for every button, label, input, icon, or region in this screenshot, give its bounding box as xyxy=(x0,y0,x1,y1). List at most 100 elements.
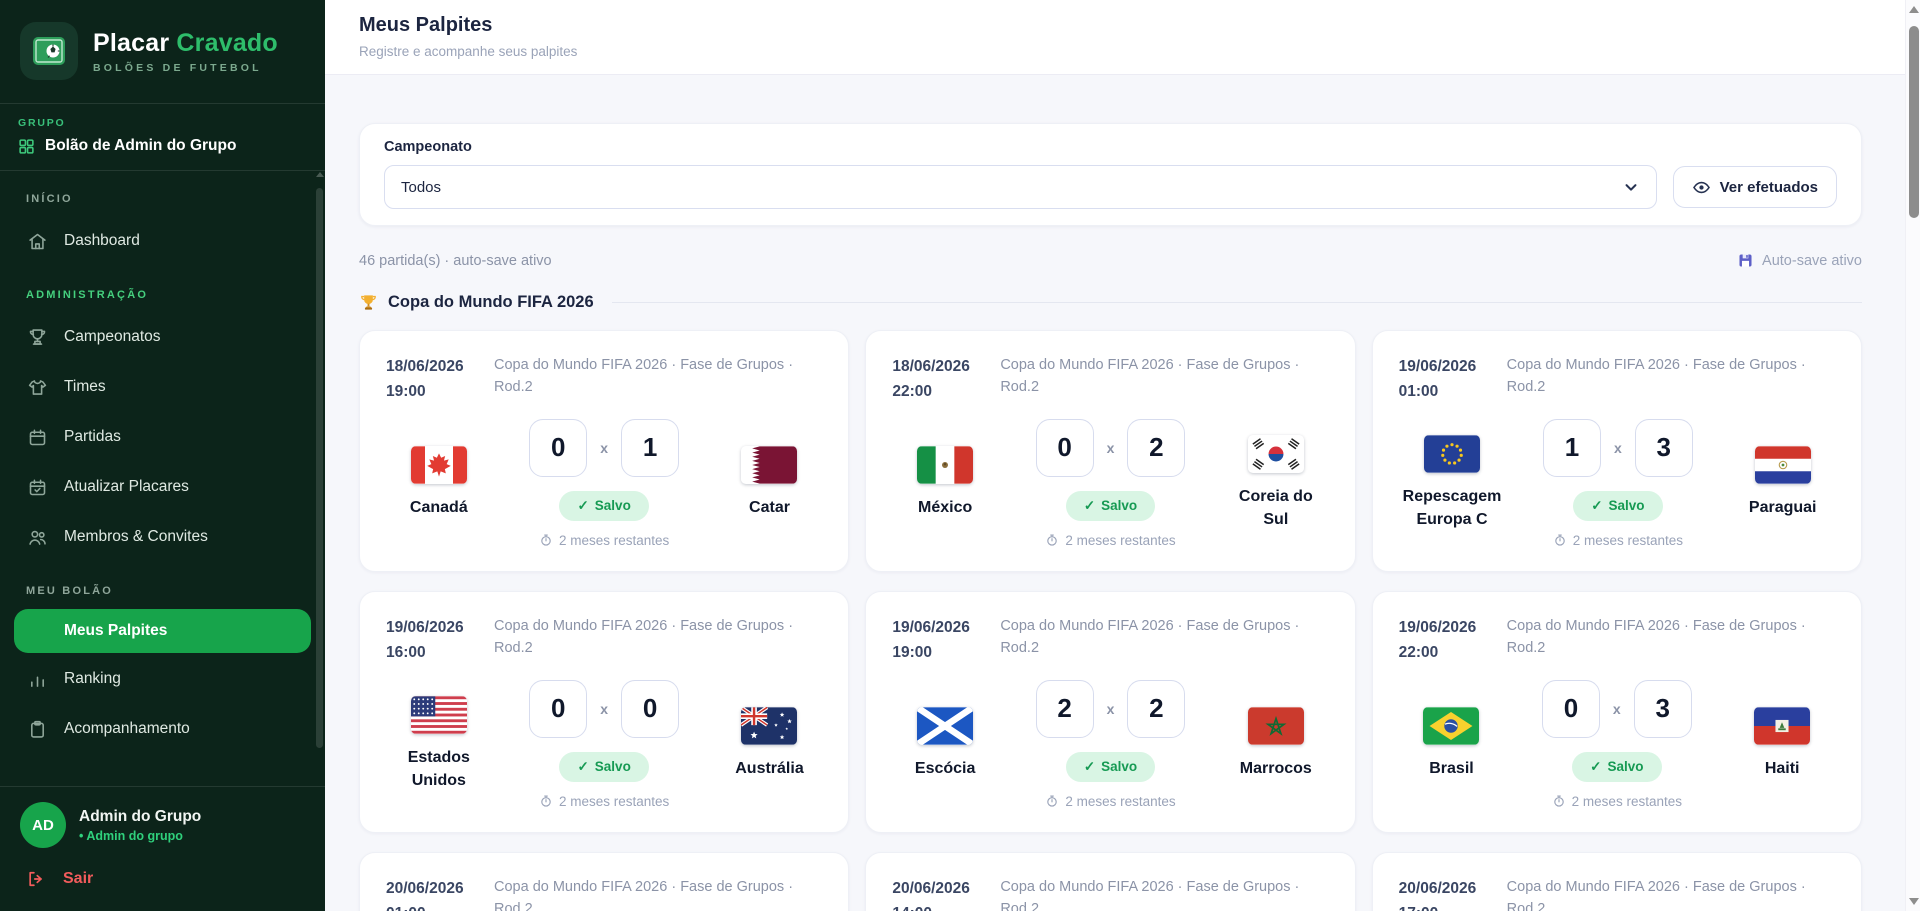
sidebar-item-partidas[interactable]: Partidas xyxy=(14,413,311,461)
sidebar-item-membros-convites[interactable]: Membros & Convites xyxy=(14,513,311,561)
logout-label: Sair xyxy=(63,870,93,888)
sidebar-item-acompanhamento[interactable]: Acompanhamento xyxy=(14,705,311,753)
sidebar-scrollbar-up-arrow[interactable] xyxy=(316,172,324,177)
calendar-check-icon-wrap xyxy=(26,476,48,498)
view-submitted-label: Ver efetuados xyxy=(1720,179,1818,196)
nav-section: MEU BOLÃO Meus Palpites Ranking Acompanh… xyxy=(14,563,311,753)
sidebar-item-atualizar-placares[interactable]: Atualizar Placares xyxy=(14,463,311,511)
match-cards-grid: 18/06/202619:00 Copa do Mundo FIFA 2026 … xyxy=(359,330,1862,911)
match-competition: Copa do Mundo FIFA 2026 · Fase de Grupos… xyxy=(1507,355,1835,405)
away-score-input[interactable] xyxy=(621,680,679,738)
saved-badge: ✓Salvo xyxy=(559,752,648,782)
match-competition: Copa do Mundo FIFA 2026 · Fase de Grupos… xyxy=(1507,877,1835,911)
sidebar-item-meus-palpites[interactable]: Meus Palpites xyxy=(14,609,311,653)
home-score-input[interactable] xyxy=(1543,419,1601,477)
match-card: 18/06/202622:00 Copa do Mundo FIFA 2026 … xyxy=(865,330,1355,572)
sidebar-item-ranking[interactable]: Ranking xyxy=(14,655,311,703)
home-team: Canadá xyxy=(386,446,492,519)
home-score-input[interactable] xyxy=(1036,419,1094,477)
home-team-name: Brasil xyxy=(1429,758,1473,780)
flag-brazil xyxy=(1423,707,1479,745)
sidebar-item-dashboard[interactable]: Dashboard xyxy=(14,217,311,265)
away-score-input[interactable] xyxy=(1127,419,1185,477)
score-separator: x xyxy=(1107,701,1115,717)
nav-section-label: ADMINISTRAÇÃO xyxy=(14,267,311,311)
section-divider xyxy=(612,302,1862,303)
saved-badge: ✓Salvo xyxy=(1066,491,1155,521)
home-score-input[interactable] xyxy=(1542,680,1600,738)
away-score-input[interactable] xyxy=(1127,680,1185,738)
home-team: Brasil xyxy=(1399,707,1505,780)
filter-card: Campeonato Todos Ver efetuados xyxy=(359,123,1862,226)
logout-icon xyxy=(26,869,46,889)
app-title: Placar Cravado xyxy=(93,29,278,58)
trophy-icon xyxy=(27,327,48,348)
grid-icon xyxy=(18,138,35,155)
autosave-status-label: Auto-save ativo xyxy=(1762,253,1862,269)
filter-label: Campeonato xyxy=(384,139,1837,155)
stopwatch-icon xyxy=(1553,533,1567,547)
saved-badge: ✓Salvo xyxy=(1066,752,1155,782)
away-team: Catar xyxy=(717,446,823,519)
calendar-check-icon xyxy=(27,477,48,498)
countdown: 2 meses restantes xyxy=(1552,794,1682,809)
sidebar-item-label: Atualizar Placares xyxy=(64,478,189,496)
saved-badge: ✓Salvo xyxy=(559,491,648,521)
check-icon: ✓ xyxy=(1590,759,1601,775)
match-card: 19/06/202622:00 Copa do Mundo FIFA 2026 … xyxy=(1372,591,1862,833)
group-name[interactable]: Bolão de Admin do Grupo xyxy=(18,137,307,155)
main-scrollbar[interactable] xyxy=(1905,0,1920,911)
home-team-name: Repescagem Europa C xyxy=(1403,486,1502,531)
page-subtitle: Registre e acompanhe seus palpites xyxy=(359,44,1886,59)
chevron-down-icon xyxy=(1622,178,1640,196)
scrollbar-down-arrow[interactable] xyxy=(1909,898,1919,905)
match-datetime: 19/06/202619:00 xyxy=(892,616,986,666)
match-competition: Copa do Mundo FIFA 2026 · Fase de Grupos… xyxy=(1000,355,1328,405)
sidebar-item-label: Membros & Convites xyxy=(64,528,208,546)
sidebar-item-times[interactable]: Times xyxy=(14,363,311,411)
home-score-input[interactable] xyxy=(529,419,587,477)
scrollbar-thumb[interactable] xyxy=(1909,26,1919,218)
sidebar-item-campeonatos[interactable]: Campeonatos xyxy=(14,313,311,361)
championship-select[interactable]: Todos xyxy=(384,165,1657,209)
home-icon-wrap xyxy=(26,230,48,252)
score-separator: x xyxy=(1613,701,1621,717)
page-header: Meus Palpites Registre e acompanhe seus … xyxy=(325,0,1920,75)
home-score-input[interactable] xyxy=(1036,680,1094,738)
check-icon: ✓ xyxy=(1084,759,1095,775)
match-card: 20/06/202601:00 Copa do Mundo FIFA 2026 … xyxy=(359,852,849,911)
view-submitted-button[interactable]: Ver efetuados xyxy=(1673,166,1837,208)
shirt-icon xyxy=(27,377,48,398)
championship-section-title: Copa do Mundo FIFA 2026 xyxy=(388,293,594,312)
stopwatch-icon xyxy=(1552,794,1566,808)
stopwatch-icon xyxy=(539,533,553,547)
app-title-primary: Placar xyxy=(93,29,169,57)
countdown-label: 2 meses restantes xyxy=(559,533,669,548)
sidebar-nav: INÍCIO Dashboard ADMINISTRAÇÃO Campeonat… xyxy=(0,171,325,786)
sidebar-item-label: Partidas xyxy=(64,428,121,446)
countdown-label: 2 meses restantes xyxy=(1065,533,1175,548)
flag-usa xyxy=(411,696,467,734)
championship-section-header: Copa do Mundo FIFA 2026 xyxy=(359,293,1862,312)
away-score-input[interactable] xyxy=(1634,680,1692,738)
app-logo: Placar Cravado BOLÕES DE FUTEBOL xyxy=(0,0,325,104)
sidebar-item-label: Ranking xyxy=(64,670,121,688)
sidebar-item-label: Acompanhamento xyxy=(64,720,190,738)
user-role-badge: • Admin do grupo xyxy=(79,829,201,843)
match-datetime: 18/06/202619:00 xyxy=(386,355,480,405)
scrollbar-up-arrow[interactable] xyxy=(1909,6,1919,13)
home-score-input[interactable] xyxy=(529,680,587,738)
user-block: AD Admin do Grupo • Admin do grupo xyxy=(0,786,325,852)
match-competition: Copa do Mundo FIFA 2026 · Fase de Grupos… xyxy=(494,616,822,666)
home-team: México xyxy=(892,446,998,519)
eye-icon xyxy=(1692,178,1711,197)
logout-button[interactable]: Sair xyxy=(0,852,325,911)
sidebar-scrollbar[interactable] xyxy=(315,172,324,911)
away-score-input[interactable] xyxy=(621,419,679,477)
score-separator: x xyxy=(600,701,608,717)
away-score-input[interactable] xyxy=(1635,419,1693,477)
match-card: 20/06/202617:00 Copa do Mundo FIFA 2026 … xyxy=(1372,852,1862,911)
away-team: Haiti xyxy=(1729,707,1835,780)
sidebar-scrollbar-thumb[interactable] xyxy=(316,188,323,748)
home-team-name: Canadá xyxy=(410,497,468,519)
